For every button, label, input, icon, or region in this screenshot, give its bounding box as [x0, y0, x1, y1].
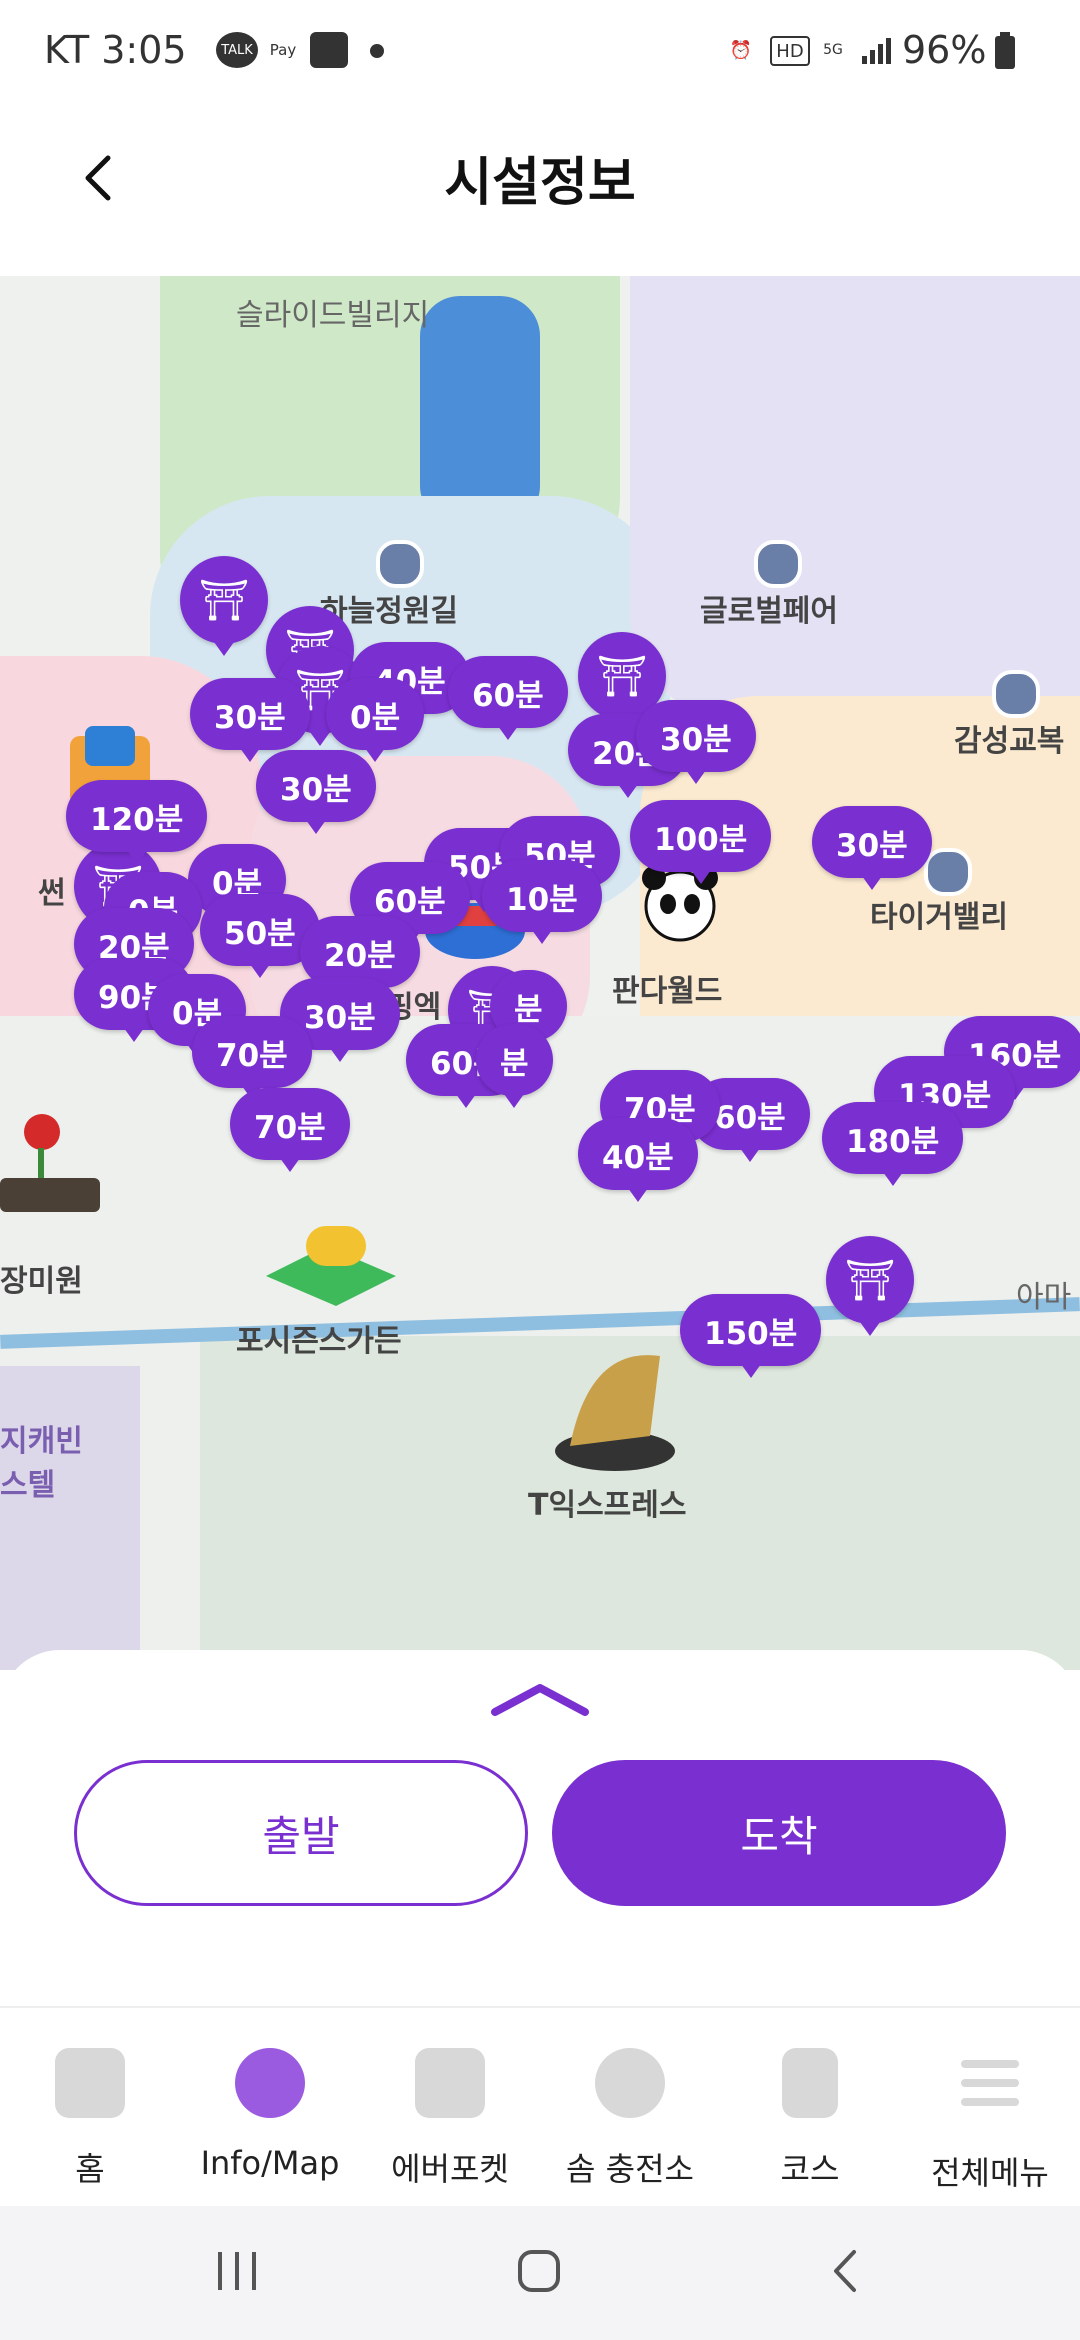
place-cabin-2: 스텔 [0, 1468, 56, 1503]
wait-time-pin[interactable]: 30분 [256, 750, 376, 834]
wait-time-pin[interactable]: 0분 [326, 678, 425, 762]
tiger-valley-poi-icon[interactable] [924, 848, 972, 896]
nav-item-charge[interactable]: 솜 충전소 [540, 2038, 720, 2188]
recents-icon[interactable] [212, 2246, 262, 2296]
place-cabin-1: 지캐빈 [0, 1424, 83, 1459]
route-bottom-sheet: 출발 도착 [0, 1650, 1080, 2006]
chevron-up-icon[interactable] [490, 1680, 590, 1720]
5g-icon: 5G [823, 42, 843, 58]
nav-item-ever-pocket[interactable]: 에버포켓 [360, 2038, 540, 2188]
battery-icon [995, 32, 1015, 69]
charge-icon [595, 2048, 665, 2118]
wait-time-pin[interactable]: 180분 [822, 1102, 964, 1186]
wait-time-pin[interactable]: 40분 [578, 1118, 698, 1202]
wait-time-pin[interactable]: 120분 [66, 780, 208, 864]
page-title: 시설정보 [444, 153, 636, 213]
nav-item-course[interactable]: 코스 [720, 2038, 900, 2188]
back-icon[interactable] [822, 2246, 872, 2296]
gamseong-poi-icon[interactable] [992, 670, 1040, 718]
alarm-icon: ⏰ [729, 39, 753, 61]
global-fair-poi-icon[interactable] [754, 540, 802, 588]
nav-label: 코스 [780, 2150, 840, 2188]
sky-garden-poi-icon[interactable] [376, 540, 424, 588]
place-four-seasons: 포시즌스가든 [236, 1324, 402, 1359]
nav-label: 에버포켓 [391, 2150, 509, 2188]
talk-icon: TALK [216, 32, 258, 68]
nav-item-all-menu[interactable]: 전체메뉴 [900, 2038, 1080, 2192]
wait-time-pin[interactable]: 30분 [812, 806, 932, 890]
status-time: KT 3:05 [44, 28, 187, 72]
facility-map[interactable]: 슬라이드빌리지 하늘정원길 글로벌페어 감성교복 타이거밸리 판다월드 장미원 … [0, 276, 1080, 1670]
wait-time-pin[interactable]: 30분 [636, 700, 756, 784]
place-global-fair: 글로벌페어 [700, 594, 838, 629]
store-icon [310, 32, 348, 68]
wait-time-pin[interactable]: 100분 [630, 800, 772, 884]
wait-time-pin[interactable]: 30분 [190, 678, 310, 762]
bookmark-icon [782, 2048, 838, 2118]
place-gamseong: 감성교복 [954, 724, 1065, 759]
wait-time-pin[interactable]: 10분 [482, 860, 602, 944]
status-bar: KT 3:05 TALK Pay ⏰ HD 5G 96% [0, 0, 1080, 100]
place-panda-world: 판다월드 [612, 974, 723, 1009]
rose-icon [0, 1114, 100, 1212]
map-zone-purple [630, 276, 1080, 716]
place-rose-garden: 장미원 [0, 1264, 83, 1299]
place-ama: 아마 [1016, 1280, 1072, 1315]
wait-time-pin[interactable]: 70분 [192, 1016, 312, 1100]
nav-item-home[interactable]: 홈 [0, 2038, 180, 2188]
t-express-icon [555, 1355, 675, 1471]
home-icon [55, 2048, 125, 2118]
wait-time-pin[interactable]: 150분 [680, 1294, 822, 1378]
hd-icon: HD [770, 36, 810, 66]
nav-label: 홈 [75, 2150, 105, 2188]
battery-percent: 96% [902, 28, 987, 72]
place-t-express: T익스프레스 [528, 1488, 687, 1523]
menu-icon [961, 2060, 1019, 2106]
place-tiger-valley: 타이거밸리 [870, 900, 1008, 935]
wait-time-pin[interactable]: 60분 [448, 656, 568, 740]
nav-label: Info/Map [200, 2144, 340, 2182]
map-lake [420, 296, 540, 526]
dot-icon [370, 44, 384, 58]
system-nav-bar [0, 2206, 1080, 2340]
nav-label: 전체메뉴 [931, 2154, 1049, 2192]
ride-pin-icon[interactable]: ⛩ [826, 1236, 914, 1336]
nav-item-info-map[interactable]: Info/Map [180, 2038, 360, 2188]
bottom-nav: 홈 Info/Map 에버포켓 솜 충전소 코스 전체메뉴 [0, 2006, 1080, 2208]
garden-icon [266, 1226, 396, 1306]
place-slide-village: 슬라이드빌리지 [236, 298, 430, 333]
signal-icon [862, 38, 891, 64]
header: 시설정보 [0, 100, 1080, 276]
nav-label: 솜 충전소 [566, 2150, 694, 2188]
map-zone-cabin [0, 1366, 140, 1670]
arrival-button[interactable]: 도착 [552, 1760, 1006, 1906]
map-icon [235, 2048, 305, 2118]
wallet-icon [415, 2048, 485, 2118]
place-sun: 썬 [38, 876, 66, 911]
wait-time-pin[interactable]: 분 [476, 1024, 553, 1108]
pay-icon: Pay [269, 41, 297, 59]
ride-pin-icon[interactable]: ⛩ [180, 556, 268, 656]
departure-button[interactable]: 출발 [74, 1760, 528, 1906]
wait-time-pin[interactable]: 70분 [230, 1088, 350, 1172]
home-circle-icon[interactable] [514, 2246, 564, 2296]
